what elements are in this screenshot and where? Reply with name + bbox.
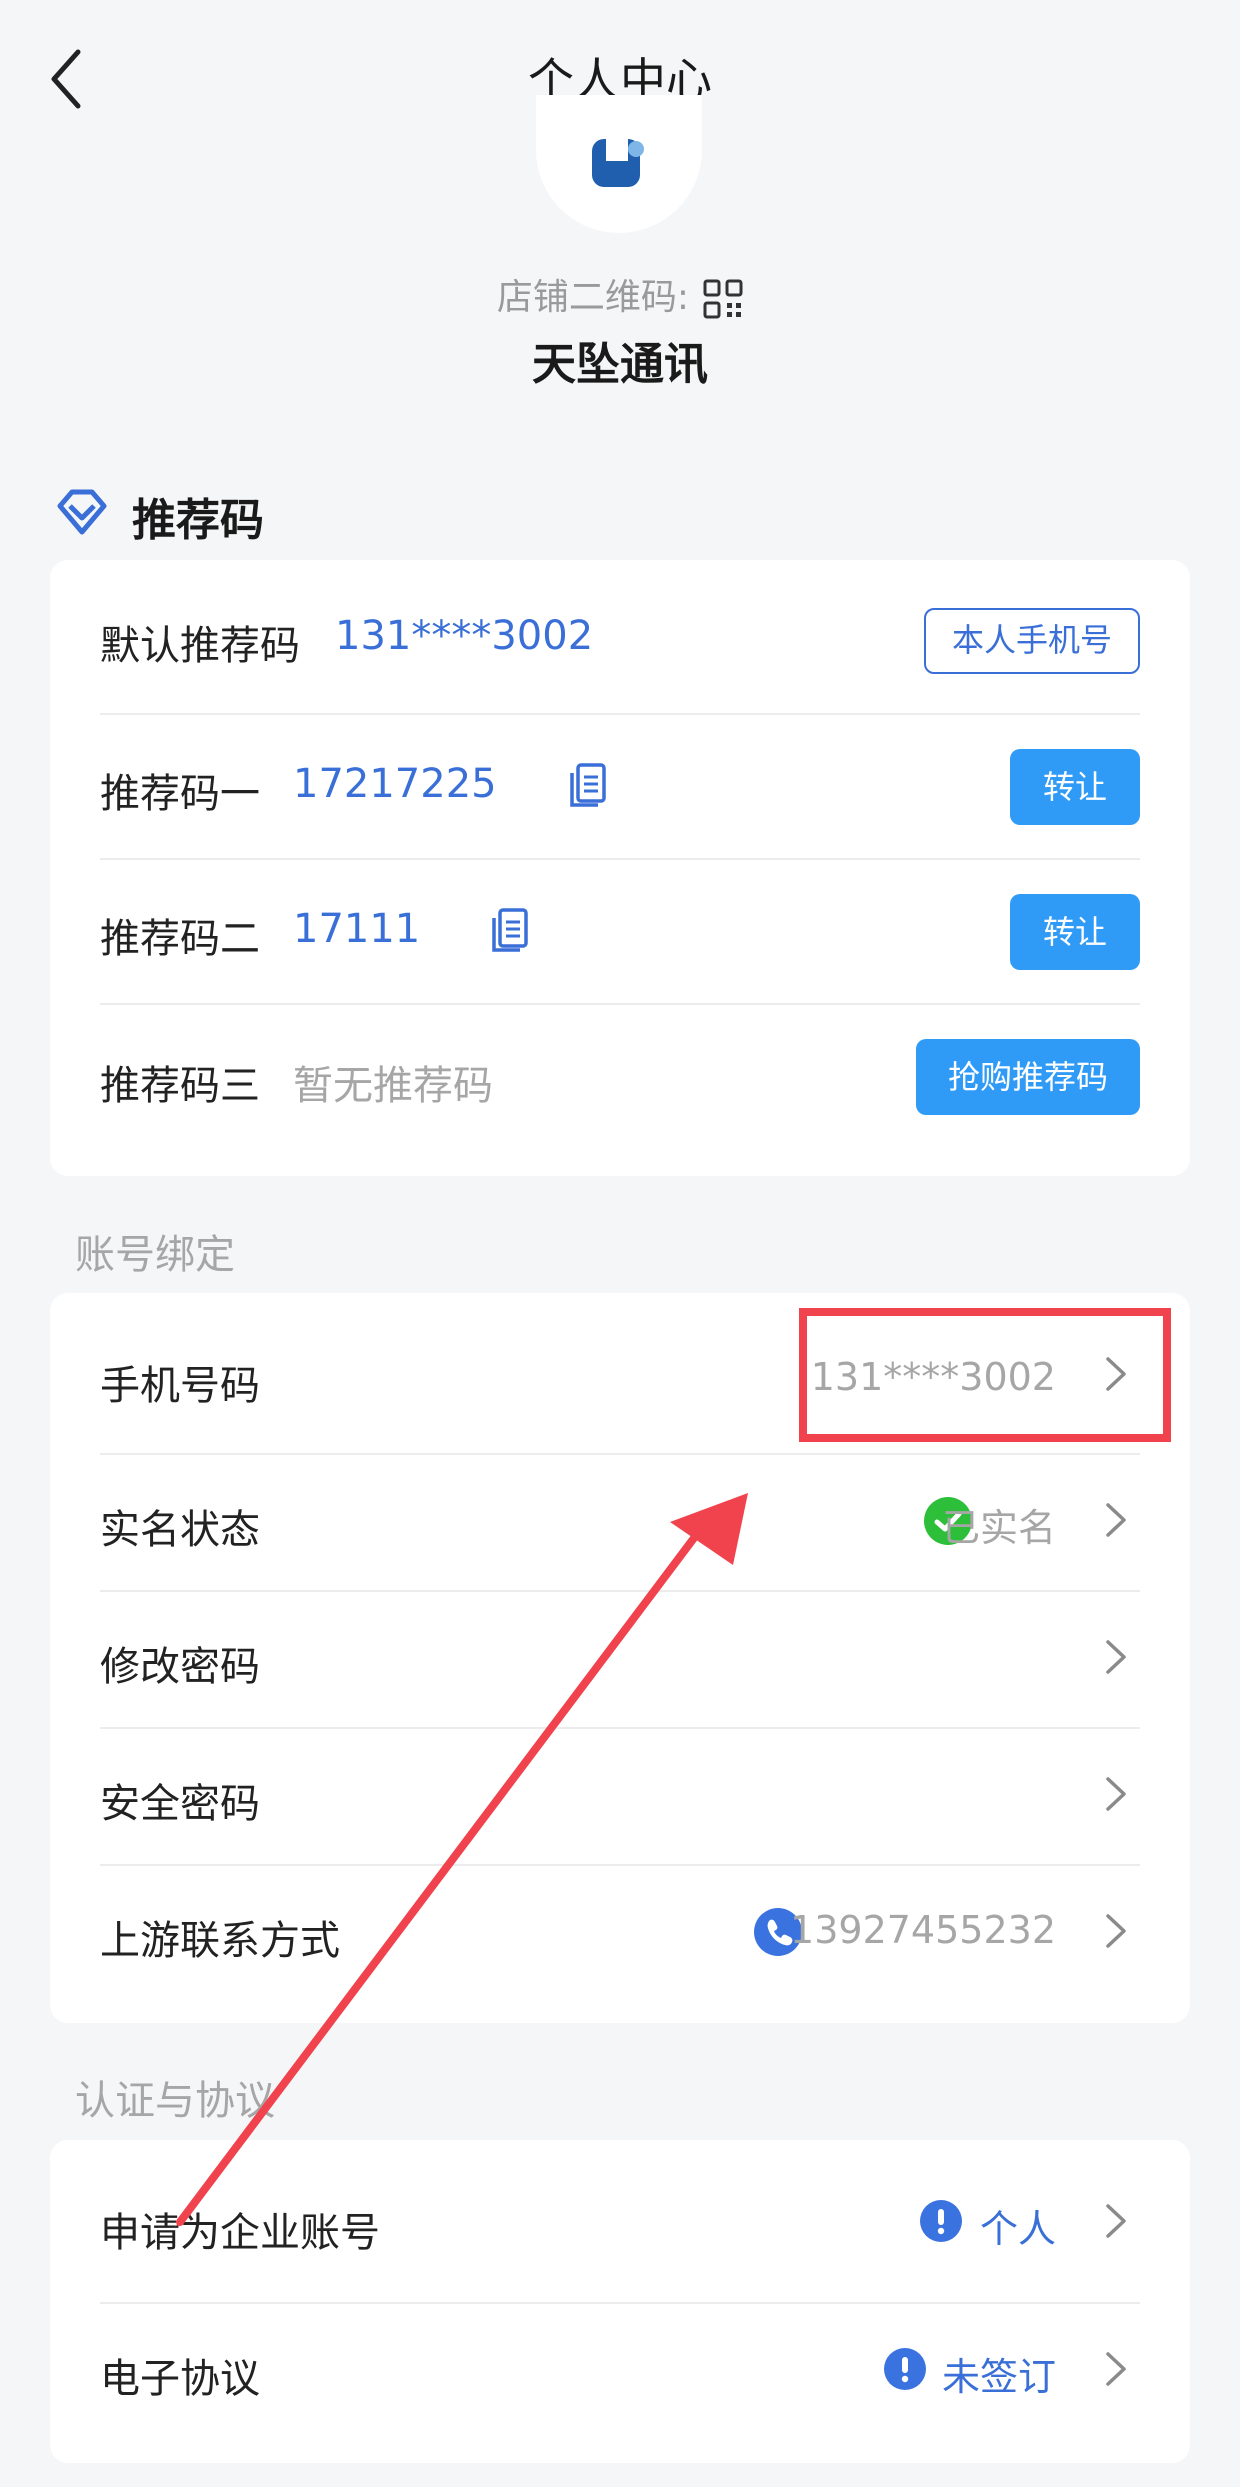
phone-number-label: 手机号码 — [100, 1363, 260, 1409]
referral-section-title: 推荐码 — [132, 495, 264, 546]
account-binding-card: 手机号码 131****3002 实名状态 已实名 修改密码 安全密码 上游联系… — [50, 1293, 1190, 2023]
buy-referral-code-button[interactable]: 抢购推荐码 — [916, 1039, 1140, 1115]
referral-row-label: 推荐码二 — [100, 916, 260, 962]
e-agreement-label: 电子协议 — [100, 2356, 260, 2402]
referral-code-value: 131****3002 — [335, 613, 594, 659]
upstream-contact-row[interactable]: 上游联系方式 13927455232 — [100, 1864, 1140, 2014]
change-password-label: 修改密码 — [100, 1644, 260, 1690]
certification-card: 申请为企业账号 个人 电子协议 未签订 — [50, 2140, 1190, 2463]
enterprise-account-row[interactable]: 申请为企业账号 个人 — [100, 2140, 1140, 2304]
exclamation-circle-icon — [884, 2348, 926, 2390]
chevron-right-icon — [1106, 1640, 1126, 1674]
referral-code-empty: 暂无推荐码 — [293, 1063, 493, 1109]
chevron-right-icon — [1106, 2204, 1126, 2238]
phone-number-value: 131****3002 — [810, 1355, 1056, 1399]
diamond-icon — [57, 489, 107, 535]
store-qr-row[interactable]: 店铺二维码: — [0, 268, 1240, 320]
chevron-right-icon — [1106, 1357, 1126, 1391]
change-password-row[interactable]: 修改密码 — [100, 1590, 1140, 1729]
referral-row-2: 推荐码二 17111 转让 — [100, 858, 1140, 1005]
avatar[interactable] — [536, 95, 702, 233]
referral-card: 默认推荐码 131****3002 本人手机号 推荐码一 17217225 转让… — [50, 560, 1190, 1176]
exclamation-circle-icon — [920, 2200, 962, 2242]
real-name-status-label: 实名状态 — [100, 1507, 260, 1553]
referral-row-default: 默认推荐码 131****3002 本人手机号 — [100, 560, 1140, 715]
qr-code-icon[interactable] — [703, 279, 743, 319]
store-qr-label: 店铺二维码: — [496, 277, 690, 318]
referral-row-1: 推荐码一 17217225 转让 — [100, 713, 1140, 860]
transfer-button[interactable]: 转让 — [1010, 894, 1140, 970]
security-password-label: 安全密码 — [100, 1781, 260, 1827]
enterprise-account-label: 申请为企业账号 — [100, 2210, 380, 2256]
referral-row-label: 推荐码一 — [100, 771, 260, 817]
copy-icon[interactable] — [568, 761, 608, 807]
referral-row-3: 推荐码三 暂无推荐码 抢购推荐码 — [100, 1003, 1140, 1173]
chevron-right-icon — [1106, 1914, 1126, 1948]
copy-icon[interactable] — [490, 906, 530, 952]
account-type-value: 个人 — [979, 2207, 1056, 2251]
account-binding-caption: 账号绑定 — [75, 1232, 235, 1278]
e-agreement-row[interactable]: 电子协议 未签订 — [100, 2302, 1140, 2452]
certification-caption: 认证与协议 — [75, 2078, 275, 2124]
real-name-status-value: 已实名 — [941, 1506, 1056, 1550]
store-logo-icon — [592, 135, 644, 187]
referral-code-value: 17217225 — [293, 761, 497, 807]
chevron-right-icon — [1106, 1503, 1126, 1537]
shop-name: 天坠通讯 — [532, 339, 708, 390]
security-password-row[interactable]: 安全密码 — [100, 1727, 1140, 1866]
referral-row-label: 默认推荐码 — [100, 623, 300, 669]
phone-number-row[interactable]: 手机号码 131****3002 — [100, 1293, 1140, 1455]
upstream-contact-label: 上游联系方式 — [100, 1918, 340, 1964]
referral-code-value: 17111 — [293, 906, 421, 952]
chevron-right-icon — [1106, 2352, 1126, 2386]
real-name-status-row[interactable]: 实名状态 已实名 — [100, 1453, 1140, 1592]
agreement-status-value: 未签订 — [941, 2355, 1056, 2399]
upstream-contact-phone: 13927455232 — [790, 1908, 1056, 1952]
own-phone-button[interactable]: 本人手机号 — [923, 608, 1140, 674]
referral-row-label: 推荐码三 — [100, 1063, 260, 1109]
chevron-right-icon — [1106, 1777, 1126, 1811]
transfer-button[interactable]: 转让 — [1010, 749, 1140, 825]
